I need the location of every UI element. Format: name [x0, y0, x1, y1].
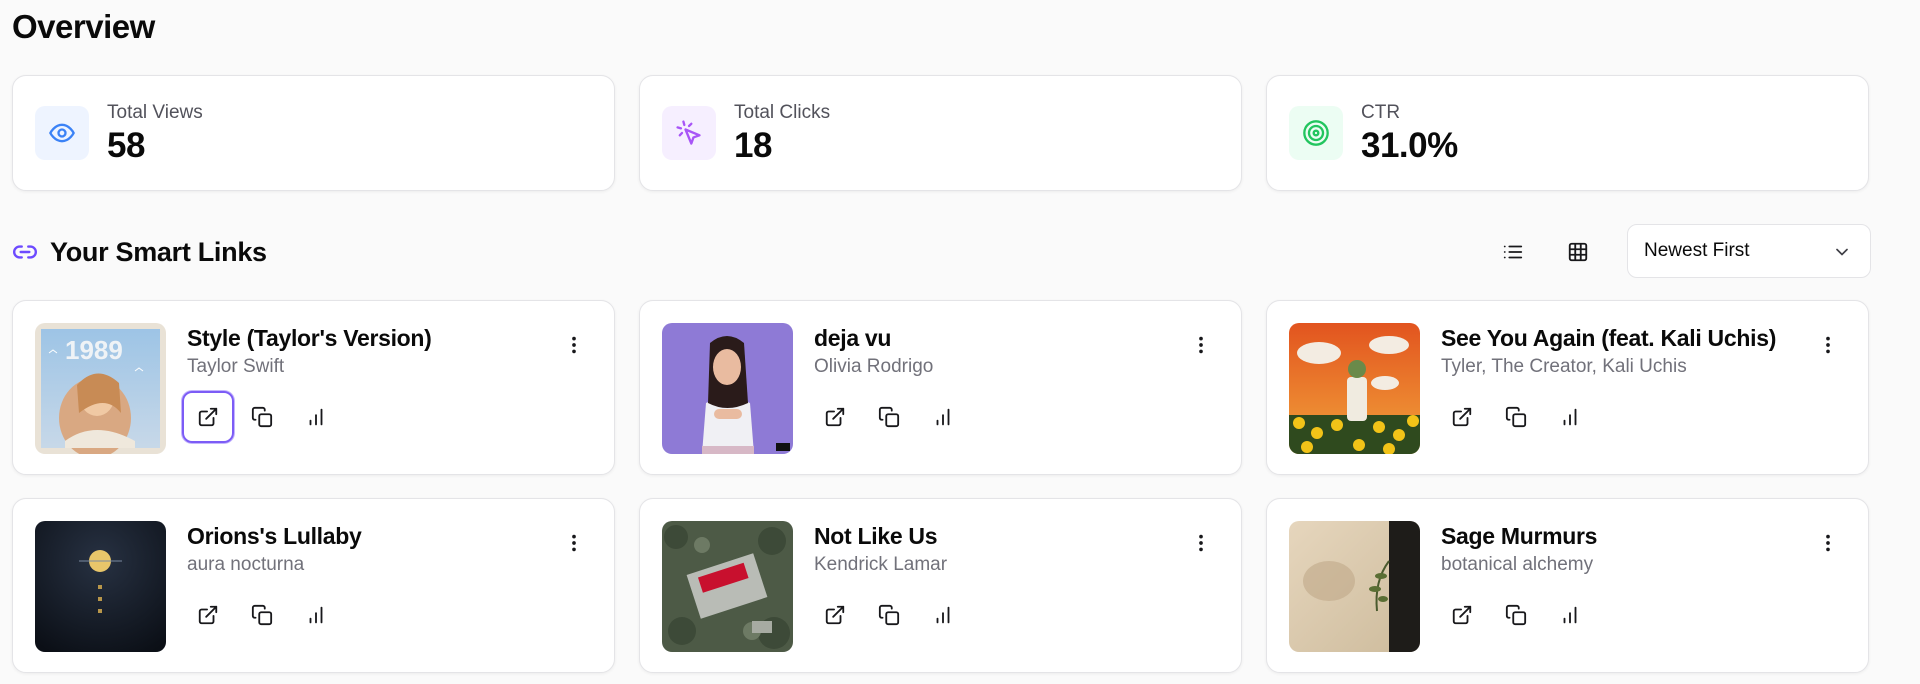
- list-view-button[interactable]: [1491, 232, 1535, 272]
- link-card[interactable]: See You Again (feat. Kali Uchis) Tyler, …: [1266, 300, 1869, 475]
- album-cover: [1289, 323, 1420, 454]
- eye-icon: [35, 106, 89, 160]
- bar-chart-icon: [1563, 606, 1577, 624]
- bar-chart-icon: [936, 408, 950, 426]
- open-link-button[interactable]: [1436, 589, 1488, 641]
- copy-link-button[interactable]: [236, 391, 288, 443]
- bar-chart-icon: [936, 606, 950, 624]
- bar-chart-icon: [309, 606, 323, 624]
- external-link-icon: [825, 407, 845, 427]
- more-vertical-icon: [1826, 534, 1830, 552]
- more-vertical-icon: [1199, 336, 1203, 354]
- stat-value: 31.0%: [1361, 126, 1458, 165]
- copy-link-button[interactable]: [863, 589, 915, 641]
- stat-label: CTR: [1361, 102, 1401, 123]
- album-cover: 1989: [35, 323, 166, 454]
- grid-view-button[interactable]: [1556, 232, 1600, 272]
- copy-icon: [878, 604, 900, 626]
- stat-card-ctr: CTR 31.0%: [1266, 75, 1869, 191]
- stat-value: 58: [107, 126, 145, 165]
- external-link-icon: [825, 605, 845, 625]
- analytics-button[interactable]: [290, 391, 342, 443]
- external-link-icon: [1452, 407, 1472, 427]
- link-artist: botanical alchemy: [1441, 554, 1594, 575]
- copy-link-button[interactable]: [1490, 589, 1542, 641]
- open-link-button[interactable]: [809, 391, 861, 443]
- link-icon: [12, 239, 38, 265]
- link-title[interactable]: Not Like Us: [814, 523, 938, 550]
- more-vertical-icon: [572, 534, 576, 552]
- link-card[interactable]: deja vu Olivia Rodrigo: [639, 300, 1242, 475]
- stat-card-total-clicks: Total Clicks 18: [639, 75, 1242, 191]
- link-artist: aura nocturna: [187, 554, 305, 575]
- sort-select-value: Newest First: [1644, 240, 1750, 261]
- sort-select[interactable]: Newest First: [1627, 224, 1871, 278]
- more-options-button[interactable]: [562, 333, 586, 357]
- link-title[interactable]: Orions's Lullaby: [187, 523, 362, 550]
- link-card[interactable]: Sage Murmurs botanical alchemy: [1266, 498, 1869, 673]
- link-title[interactable]: Style (Taylor's Version): [187, 325, 432, 352]
- chevron-down-icon: [1832, 242, 1852, 268]
- link-card[interactable]: Orions's Lullaby aura nocturna: [12, 498, 615, 673]
- link-artist: Taylor Swift: [187, 356, 285, 377]
- analytics-button[interactable]: [290, 589, 342, 641]
- link-title[interactable]: Sage Murmurs: [1441, 523, 1597, 550]
- more-vertical-icon: [1199, 534, 1203, 552]
- cover-text: 1989: [65, 335, 123, 365]
- copy-icon: [1505, 406, 1527, 428]
- list-view-icon: [1503, 245, 1523, 259]
- link-title[interactable]: See You Again (feat. Kali Uchis): [1441, 325, 1776, 352]
- more-vertical-icon: [1826, 336, 1830, 354]
- analytics-button[interactable]: [917, 589, 969, 641]
- stat-label: Total Clicks: [734, 102, 831, 123]
- copy-link-button[interactable]: [863, 391, 915, 443]
- link-title[interactable]: deja vu: [814, 325, 891, 352]
- album-cover: [662, 521, 793, 652]
- copy-link-button[interactable]: [236, 589, 288, 641]
- open-link-button[interactable]: [182, 391, 234, 443]
- page-title: Overview: [12, 8, 155, 45]
- album-cover: [35, 521, 166, 652]
- stat-label: Total Views: [107, 102, 203, 123]
- link-card[interactable]: 1989 Style (Taylor's Version) Taylor Swi…: [12, 300, 615, 475]
- smart-links-header: Your Smart Links: [12, 232, 267, 272]
- section-title: Your Smart Links: [50, 236, 267, 267]
- link-artist: Olivia Rodrigo: [814, 356, 934, 377]
- more-options-button[interactable]: [1816, 333, 1840, 357]
- open-link-button[interactable]: [1436, 391, 1488, 443]
- bar-chart-icon: [309, 408, 323, 426]
- more-vertical-icon: [572, 336, 576, 354]
- link-artist: Tyler, The Creator, Kali Uchis: [1441, 356, 1687, 377]
- more-options-button[interactable]: [1189, 333, 1213, 357]
- more-options-button[interactable]: [1816, 531, 1840, 555]
- more-options-button[interactable]: [1189, 531, 1213, 555]
- analytics-button[interactable]: [1544, 589, 1596, 641]
- bar-chart-icon: [1563, 408, 1577, 426]
- target-icon: [1289, 106, 1343, 160]
- external-link-icon: [1452, 605, 1472, 625]
- external-link-icon: [198, 605, 218, 625]
- album-cover: [1289, 521, 1420, 652]
- more-options-button[interactable]: [562, 531, 586, 555]
- copy-icon: [251, 406, 273, 428]
- analytics-button[interactable]: [1544, 391, 1596, 443]
- link-card[interactable]: Not Like Us Kendrick Lamar: [639, 498, 1242, 673]
- stat-value: 18: [734, 126, 772, 165]
- grid-view-icon: [1568, 242, 1588, 262]
- link-artist: Kendrick Lamar: [814, 554, 948, 575]
- copy-icon: [878, 406, 900, 428]
- copy-icon: [1505, 604, 1527, 626]
- open-link-button[interactable]: [182, 589, 234, 641]
- copy-link-button[interactable]: [1490, 391, 1542, 443]
- cursor-click-icon: [662, 106, 716, 160]
- open-link-button[interactable]: [809, 589, 861, 641]
- analytics-button[interactable]: [917, 391, 969, 443]
- external-link-icon: [198, 407, 218, 427]
- album-cover: [662, 323, 793, 454]
- copy-icon: [251, 604, 273, 626]
- stat-card-total-views: Total Views 58: [12, 75, 615, 191]
